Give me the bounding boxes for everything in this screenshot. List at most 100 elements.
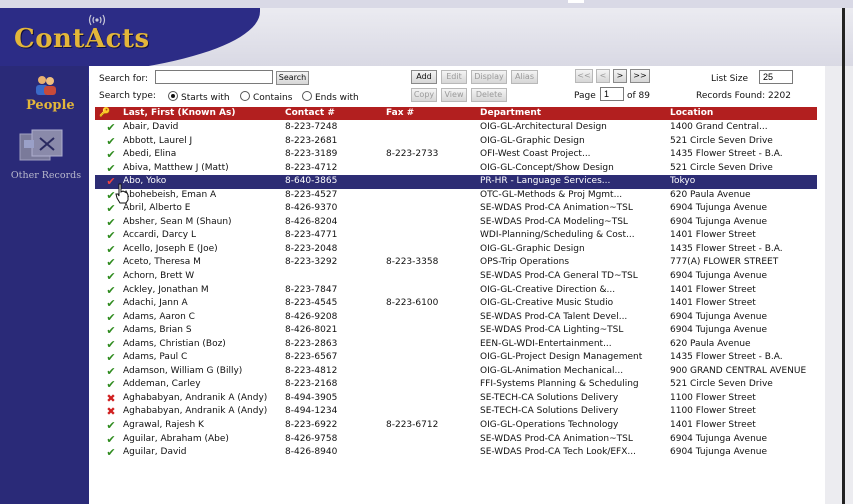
- table-row[interactable]: ✔ Adams, Brian S 8-426-8021 SE-WDAS Prod-CA…: [95, 324, 817, 338]
- cell-location: 1435 Flower Street - B.A.: [670, 352, 783, 363]
- cell-location: 6904 Tujunga Avenue: [670, 433, 768, 444]
- status-check-icon: ✔: [106, 378, 116, 392]
- table-row[interactable]: ✔ Abair, David 8-223-7248 OIG-GL-Architectu…: [95, 121, 817, 135]
- nav-people-label: People: [26, 98, 75, 113]
- search-input[interactable]: [155, 70, 273, 84]
- nav-other-records-label: Other Records: [10, 170, 82, 181]
- table-row[interactable]: ✔ Aguilar, David 8-426-8940 SE-WDAS Prod-CA…: [95, 446, 817, 460]
- table-row[interactable]: ✔ Abril, Alberto E 8-426-9370 SE-WDAS Prod-…: [95, 202, 817, 216]
- next-page-button[interactable]: >: [613, 69, 627, 83]
- radio-starts-with-label: Starts with: [181, 93, 230, 103]
- radio-starts-with[interactable]: Starts with: [168, 91, 230, 103]
- page-input[interactable]: [600, 87, 624, 101]
- table-row[interactable]: ✖ Aghababyan, Andranik A (Andy) 8-494-3905…: [95, 392, 817, 406]
- table-row[interactable]: ✔ Addeman, Carley 8-223-2168 FFI-Systems Pl…: [95, 378, 817, 392]
- table-row[interactable]: ✔ Absher, Sean M (Shaun) 8-426-8204 SE-WDAS…: [95, 216, 817, 230]
- alias-button[interactable]: Alias: [511, 70, 538, 84]
- column-header-fax[interactable]: Fax #: [386, 107, 414, 120]
- radio-ends-with[interactable]: Ends with: [302, 91, 359, 103]
- cell-location: 1401 Flower Street: [670, 420, 756, 431]
- table-row[interactable]: ✔ Adams, Paul C 8-223-6567 OIG-GL-Project D…: [95, 351, 817, 365]
- radio-contains-label: Contains: [253, 93, 293, 103]
- cell-location: 1401 Flower Street: [670, 284, 756, 295]
- table-row[interactable]: ✔ Abohebeish, Eman A 8-223-4527 OTC-GL-Meth…: [95, 189, 817, 203]
- cell-name: Abo, Yoko: [123, 176, 167, 187]
- cell-name: Acello, Joseph E (Joe): [123, 243, 218, 254]
- window-top-strip: [0, 0, 853, 8]
- table-row[interactable]: ✔ Achorn, Brett W SE-WDAS Prod-CA General …: [95, 270, 817, 284]
- cell-name: Adams, Brian S: [123, 325, 192, 336]
- column-header-department[interactable]: Department: [480, 107, 541, 120]
- table-row[interactable]: ✔ Adams, Aaron C 8-426-9208 SE-WDAS Prod-CA…: [95, 311, 817, 325]
- status-check-icon: ✔: [106, 215, 116, 229]
- cell-department: EEN-GL-WDI-Entertainment...: [480, 338, 612, 349]
- cell-contact: 8-640-3865: [285, 176, 338, 187]
- cell-name: Accardi, Darcy L: [123, 230, 196, 241]
- cell-department: SE-WDAS Prod-CA Lighting~TSL: [480, 325, 624, 336]
- cell-name: Adams, Christian (Boz): [123, 338, 226, 349]
- radio-contains[interactable]: Contains: [240, 91, 292, 103]
- table-row[interactable]: ✔ Accardi, Darcy L 8-223-4771 WDI-Planning/…: [95, 229, 817, 243]
- radio-ends-with-dot: [302, 91, 312, 101]
- nav-other-records[interactable]: Other Records: [6, 128, 86, 188]
- cell-location: 6904 Tujunga Avenue: [670, 325, 768, 336]
- table-row[interactable]: ✔ Agrawal, Rajesh K 8-223-6922 8-223-6712 OI…: [95, 419, 817, 433]
- table-row[interactable]: ✔ Acello, Joseph E (Joe) 8-223-2048 OIG-GL-…: [95, 243, 817, 257]
- cell-contact: 8-426-8021: [285, 325, 338, 336]
- cell-department: OIG-GL-Operations Technology: [480, 420, 619, 431]
- column-header-location[interactable]: Location: [670, 107, 713, 120]
- view-button[interactable]: View: [441, 88, 467, 102]
- cell-contact: 8-223-4527: [285, 189, 338, 200]
- cell-department: OIG-GL-Graphic Design: [480, 243, 585, 254]
- cell-department: OIG-GL-Project Design Management: [480, 352, 643, 363]
- display-button[interactable]: Display: [471, 70, 507, 84]
- prev-page-button[interactable]: <: [596, 69, 610, 83]
- table-row[interactable]: ✔ Adachi, Jann A 8-223-4545 8-223-6100 OIG-G…: [95, 297, 817, 311]
- list-size-input[interactable]: [759, 70, 793, 84]
- cell-name: Abohebeish, Eman A: [123, 189, 217, 200]
- cell-name: Agrawal, Rajesh K: [123, 420, 204, 431]
- cell-location: 1401 Flower Street: [670, 298, 756, 309]
- cell-location: 777(A) FLOWER STREET: [670, 257, 779, 268]
- table-row[interactable]: ✔ Abiva, Matthew J (Matt) 8-223-4712 OIG-GL…: [95, 162, 817, 176]
- delete-button[interactable]: Delete: [471, 88, 507, 102]
- table-row[interactable]: ✖ Aghababyan, Andranik A (Andy) 8-494-1234…: [95, 405, 817, 419]
- add-button[interactable]: Add: [411, 70, 437, 84]
- search-button[interactable]: Search: [276, 71, 309, 85]
- cell-name: Adachi, Jann A: [123, 298, 188, 309]
- cell-contact: 8-223-2681: [285, 135, 338, 146]
- cell-name: Aceto, Theresa M: [123, 257, 201, 268]
- cell-contact: 8-223-7847: [285, 284, 338, 295]
- table-row[interactable]: ✔ Adams, Christian (Boz) 8-223-2863 EEN-GL-…: [95, 338, 817, 352]
- status-check-icon: ✔: [106, 351, 116, 365]
- table-row[interactable]: ✔ Ackley, Jonathan M 8-223-7847 OIG-GL-Crea…: [95, 284, 817, 298]
- cell-department: PR-HR - Language Services...: [480, 176, 611, 187]
- table-row[interactable]: ✔ Abedi, Elina 8-223-3189 8-223-2733 OFI-Wes…: [95, 148, 817, 162]
- column-header-name[interactable]: Last, First (Known As): [123, 107, 235, 120]
- cell-location: 6904 Tujunga Avenue: [670, 203, 768, 214]
- last-page-button[interactable]: >>: [630, 69, 650, 83]
- cell-name: Aghababyan, Andranik A (Andy): [123, 392, 268, 403]
- table-row[interactable]: ✔ Aceto, Theresa M 8-223-3292 8-223-3358 OPS…: [95, 256, 817, 270]
- table-row[interactable]: ✔ Aguilar, Abraham (Abe) 8-426-9758 SE-WDAS…: [95, 433, 817, 447]
- cell-contact: 8-494-3905: [285, 392, 338, 403]
- status-check-icon: ✔: [106, 148, 116, 162]
- cell-contact: 8-223-4545: [285, 298, 338, 309]
- right-margin: [825, 66, 853, 504]
- cell-location: 620 Paula Avenue: [670, 338, 751, 349]
- cell-department: OFI-West Coast Project...: [480, 149, 591, 160]
- contacts-table-body: ✔ Abair, David 8-223-7248 OIG-GL-Architectu…: [95, 121, 817, 460]
- status-check-icon: ✔: [106, 202, 116, 216]
- cell-name: Absher, Sean M (Shaun): [123, 216, 232, 227]
- edit-button[interactable]: Edit: [441, 70, 467, 84]
- column-header-contact[interactable]: Contact #: [285, 107, 335, 120]
- first-page-button[interactable]: <<: [575, 69, 593, 83]
- cell-location: 1435 Flower Street - B.A.: [670, 149, 783, 160]
- cell-contact: 8-223-2048: [285, 243, 338, 254]
- table-row[interactable]: ✔ Abo, Yoko 8-640-3865 PR-HR - Language Ser…: [95, 175, 817, 189]
- table-row[interactable]: ✔ Adamson, William G (Billy) 8-223-4812 OIG…: [95, 365, 817, 379]
- table-row[interactable]: ✔ Abbott, Laurel J 8-223-2681 OIG-GL-Graphi…: [95, 135, 817, 149]
- copy-button[interactable]: Copy: [411, 88, 437, 102]
- nav-people[interactable]: People: [26, 74, 75, 114]
- cell-name: Aguilar, Abraham (Abe): [123, 433, 229, 444]
